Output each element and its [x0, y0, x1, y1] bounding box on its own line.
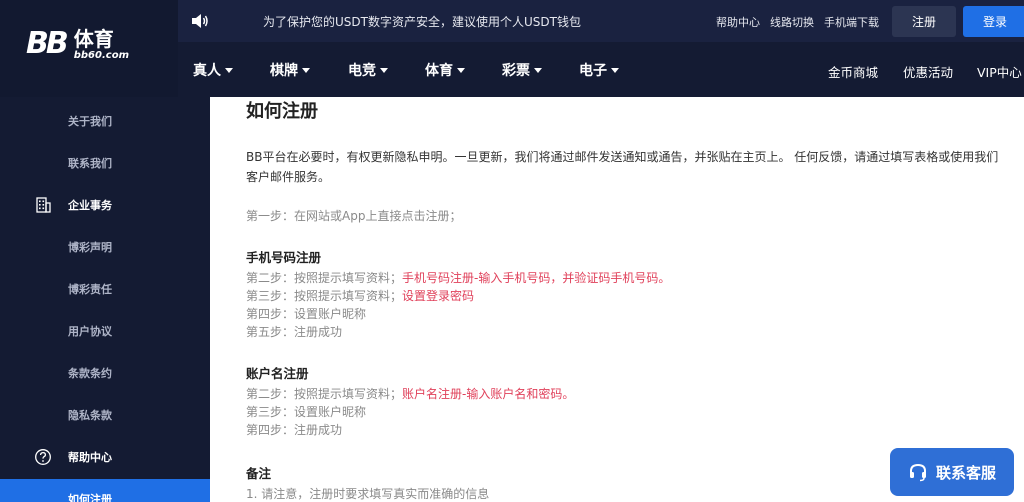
speaker-icon [192, 14, 208, 28]
nav-label: 棋牌 [270, 63, 298, 79]
login-button[interactable]: 登录 [963, 6, 1024, 37]
sidebar-item-label: 博彩责任 [68, 283, 112, 296]
logo-title: 体育 [73, 27, 114, 51]
line-switch-link[interactable]: 线路切换 [770, 14, 814, 30]
sidebar-item-label: 联系我们 [68, 157, 112, 170]
step-highlight: 手机号码注册-输入手机号码，并验证码手机号码。 [402, 271, 671, 285]
sidebar-item-label: 博彩声明 [68, 241, 112, 254]
sidebar-item-label: 帮助中心 [68, 451, 112, 464]
headset-icon [909, 463, 926, 482]
sidebar-item-gaming-statement[interactable]: 博彩声明 [0, 227, 210, 267]
nav-item-esports[interactable]: 电竞 [348, 60, 388, 80]
step-text: 第三步：按照提示填写资料； [246, 289, 403, 303]
main-content: 如何注册 BB平台在必要时，有权更新隐私申明。一旦更新，我们将通过邮件发送通知或… [210, 97, 1024, 502]
section-heading-account: 账户名注册 [246, 366, 309, 381]
account-step-2: 第二步：按照提示填写资料；账户名注册-输入账户名和密码。 [246, 385, 574, 403]
nav-promotions[interactable]: 优惠活动 [903, 62, 953, 81]
nav-item-electronic[interactable]: 电子 [579, 60, 619, 80]
page-title: 如何注册 [246, 101, 318, 122]
sidebar-group-corporate[interactable]: 企业事务 [0, 185, 210, 225]
caret-down-icon [457, 67, 465, 73]
phone-step-4: 第四步：设置账户昵称 [246, 307, 367, 321]
logo[interactable]: BB 体育 bb60.com [26, 28, 129, 62]
sidebar: 关于我们 联系我们 企业事务 博彩声明 博彩责任 用户协议 条款条约 隐私条款 … [0, 97, 210, 502]
step-highlight: 账户名注册-输入账户名和密码。 [402, 387, 575, 401]
sidebar-item-label: 用户协议 [68, 325, 112, 338]
sidebar-item-terms[interactable]: 条款条约 [0, 353, 210, 393]
nav-label: 电竞 [348, 63, 376, 79]
contact-support-button[interactable]: 联系客服 [890, 448, 1014, 496]
sidebar-item-privacy[interactable]: 隐私条款 [0, 395, 210, 435]
sidebar-item-label: 企业事务 [68, 199, 112, 212]
header: BB 体育 bb60.com 为了保护您的USDT数字资产安全，建议使用个人US… [0, 0, 1024, 97]
nav-item-chess[interactable]: 棋牌 [270, 60, 310, 80]
sidebar-item-responsible-gaming[interactable]: 博彩责任 [0, 269, 210, 309]
building-icon [36, 197, 51, 213]
help-center-link[interactable]: 帮助中心 [716, 14, 760, 30]
sidebar-item-label: 如何注册 [68, 493, 112, 502]
caret-down-icon [380, 67, 388, 73]
step-text: 第二步：按照提示填写资料； [246, 271, 403, 285]
step-1: 第一步：在网站或App上直接点击注册； [246, 209, 462, 223]
section-heading-note: 备注 [246, 466, 272, 481]
caret-down-icon [302, 67, 310, 73]
sidebar-item-label: 隐私条款 [68, 409, 112, 422]
nav-label: 真人 [193, 63, 221, 79]
notice-text: 为了保护您的USDT数字资产安全，建议使用个人USDT钱包 [263, 15, 581, 29]
nav-item-live[interactable]: 真人 [193, 60, 233, 80]
nav-label: 电子 [579, 63, 607, 79]
nav-label: 彩票 [502, 63, 530, 79]
phone-step-3: 第三步：按照提示填写资料；设置登录密码 [246, 287, 474, 305]
sidebar-item-label: 条款条约 [68, 367, 112, 380]
nav-item-sports[interactable]: 体育 [425, 60, 465, 80]
main-nav: 真人 棋牌 电竞 体育 彩票 电子 金币商城 优惠活动 VIP中心 [178, 42, 1024, 97]
logo-area: BB 体育 bb60.com [0, 0, 178, 97]
sidebar-item-label: 关于我们 [68, 115, 112, 128]
register-button[interactable]: 注册 [892, 6, 956, 37]
sidebar-item-user-agreement[interactable]: 用户协议 [0, 311, 210, 351]
nav-coin-mall[interactable]: 金币商城 [828, 62, 878, 81]
phone-step-5: 第五步：注册成功 [246, 325, 343, 339]
nav-label: 体育 [425, 63, 453, 79]
contact-support-label: 联系客服 [935, 464, 996, 482]
note-line-1: 1. 请注意，注册时要求填写真实而准确的信息 [246, 487, 490, 501]
question-circle-icon [35, 449, 51, 465]
notice-bar: 为了保护您的USDT数字资产安全，建议使用个人USDT钱包 帮助中心 线路切换 … [178, 0, 1024, 42]
mobile-download-link[interactable]: 手机端下载 [824, 14, 879, 30]
caret-down-icon [225, 67, 233, 73]
caret-down-icon [611, 67, 619, 73]
intro-paragraph: BB平台在必要时，有权更新隐私申明。一旦更新，我们将通过邮件发送通知或通告，并张… [246, 150, 999, 184]
step-text: 第二步：按照提示填写资料； [246, 387, 403, 401]
sidebar-item-contact[interactable]: 联系我们 [0, 143, 210, 183]
logo-subtitle: bb60.com [73, 50, 129, 61]
nav-item-lottery[interactable]: 彩票 [502, 60, 542, 80]
top-links: 帮助中心 线路切换 手机端下载 [716, 14, 879, 30]
sidebar-group-help[interactable]: 帮助中心 [0, 437, 210, 477]
account-step-3: 第三步：设置账户昵称 [246, 405, 367, 419]
nav-vip-center[interactable]: VIP中心 [977, 62, 1022, 81]
sidebar-item-about[interactable]: 关于我们 [0, 101, 210, 141]
logo-mark: BB [26, 26, 69, 61]
account-step-4: 第四步：注册成功 [246, 423, 343, 437]
section-heading-phone: 手机号码注册 [246, 250, 322, 265]
phone-step-2: 第二步：按照提示填写资料；手机号码注册-输入手机号码，并验证码手机号码。 [246, 269, 670, 287]
step-highlight: 设置登录密码 [402, 289, 475, 303]
sidebar-item-how-to-register[interactable]: 如何注册 [0, 479, 210, 502]
caret-down-icon [534, 67, 542, 73]
